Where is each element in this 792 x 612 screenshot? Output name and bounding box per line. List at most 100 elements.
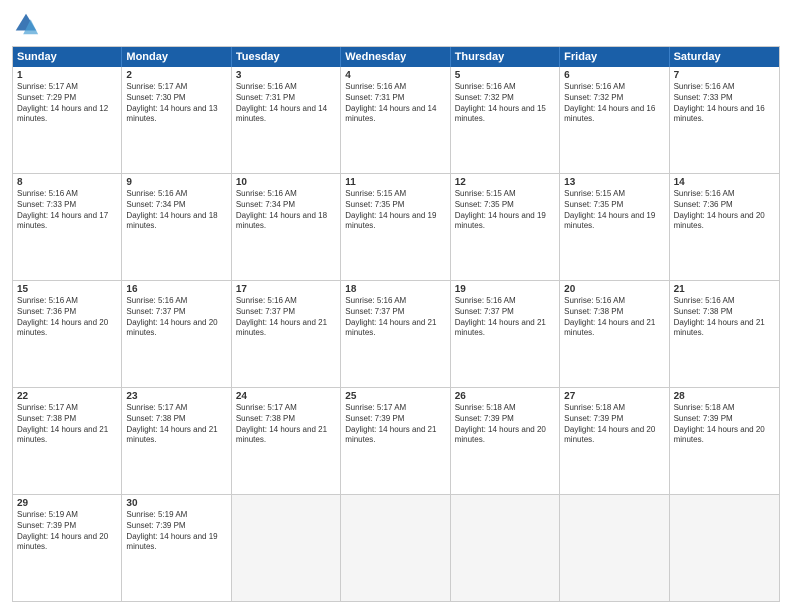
calendar-header-saturday: Saturday [670,47,779,67]
day-info: Sunrise: 5:16 AMSunset: 7:34 PMDaylight:… [236,189,336,232]
calendar-day-19: 19Sunrise: 5:16 AMSunset: 7:37 PMDayligh… [451,281,560,387]
day-number: 4 [345,70,445,81]
day-number: 23 [126,391,226,402]
day-number: 20 [564,284,664,295]
calendar-day-15: 15Sunrise: 5:16 AMSunset: 7:36 PMDayligh… [13,281,122,387]
calendar-header-monday: Monday [122,47,231,67]
calendar-day-18: 18Sunrise: 5:16 AMSunset: 7:37 PMDayligh… [341,281,450,387]
calendar-day-25: 25Sunrise: 5:17 AMSunset: 7:39 PMDayligh… [341,388,450,494]
day-info: Sunrise: 5:18 AMSunset: 7:39 PMDaylight:… [455,403,555,446]
calendar-day-2: 2Sunrise: 5:17 AMSunset: 7:30 PMDaylight… [122,67,231,173]
day-number: 8 [17,177,117,188]
day-number: 28 [674,391,775,402]
calendar-day-22: 22Sunrise: 5:17 AMSunset: 7:38 PMDayligh… [13,388,122,494]
calendar-day-24: 24Sunrise: 5:17 AMSunset: 7:38 PMDayligh… [232,388,341,494]
day-number: 17 [236,284,336,295]
day-number: 26 [455,391,555,402]
day-info: Sunrise: 5:17 AMSunset: 7:38 PMDaylight:… [236,403,336,446]
day-info: Sunrise: 5:19 AMSunset: 7:39 PMDaylight:… [126,510,226,553]
day-info: Sunrise: 5:15 AMSunset: 7:35 PMDaylight:… [455,189,555,232]
calendar-day-28: 28Sunrise: 5:18 AMSunset: 7:39 PMDayligh… [670,388,779,494]
calendar: SundayMondayTuesdayWednesdayThursdayFrid… [12,46,780,602]
calendar-header-thursday: Thursday [451,47,560,67]
calendar-row-4: 22Sunrise: 5:17 AMSunset: 7:38 PMDayligh… [13,387,779,494]
day-info: Sunrise: 5:16 AMSunset: 7:38 PMDaylight:… [564,296,664,339]
calendar-row-5: 29Sunrise: 5:19 AMSunset: 7:39 PMDayligh… [13,494,779,601]
calendar-day-1: 1Sunrise: 5:17 AMSunset: 7:29 PMDaylight… [13,67,122,173]
day-info: Sunrise: 5:17 AMSunset: 7:38 PMDaylight:… [17,403,117,446]
day-number: 30 [126,498,226,509]
day-number: 1 [17,70,117,81]
day-number: 11 [345,177,445,188]
calendar-header-friday: Friday [560,47,669,67]
day-number: 15 [17,284,117,295]
day-info: Sunrise: 5:16 AMSunset: 7:31 PMDaylight:… [345,82,445,125]
day-info: Sunrise: 5:18 AMSunset: 7:39 PMDaylight:… [674,403,775,446]
calendar-day-26: 26Sunrise: 5:18 AMSunset: 7:39 PMDayligh… [451,388,560,494]
day-info: Sunrise: 5:16 AMSunset: 7:37 PMDaylight:… [126,296,226,339]
day-number: 18 [345,284,445,295]
day-number: 19 [455,284,555,295]
day-info: Sunrise: 5:17 AMSunset: 7:39 PMDaylight:… [345,403,445,446]
calendar-day-10: 10Sunrise: 5:16 AMSunset: 7:34 PMDayligh… [232,174,341,280]
day-number: 21 [674,284,775,295]
calendar-day-27: 27Sunrise: 5:18 AMSunset: 7:39 PMDayligh… [560,388,669,494]
calendar-header-wednesday: Wednesday [341,47,450,67]
day-number: 12 [455,177,555,188]
day-number: 3 [236,70,336,81]
calendar-header-sunday: Sunday [13,47,122,67]
day-number: 13 [564,177,664,188]
calendar-day-5: 5Sunrise: 5:16 AMSunset: 7:32 PMDaylight… [451,67,560,173]
calendar-day-9: 9Sunrise: 5:16 AMSunset: 7:34 PMDaylight… [122,174,231,280]
calendar-empty-cell [560,495,669,601]
day-number: 29 [17,498,117,509]
day-info: Sunrise: 5:16 AMSunset: 7:33 PMDaylight:… [17,189,117,232]
page: SundayMondayTuesdayWednesdayThursdayFrid… [0,0,792,612]
day-number: 6 [564,70,664,81]
calendar-day-13: 13Sunrise: 5:15 AMSunset: 7:35 PMDayligh… [560,174,669,280]
calendar-day-23: 23Sunrise: 5:17 AMSunset: 7:38 PMDayligh… [122,388,231,494]
logo-icon [12,10,40,38]
day-number: 2 [126,70,226,81]
day-info: Sunrise: 5:19 AMSunset: 7:39 PMDaylight:… [17,510,117,553]
day-number: 7 [674,70,775,81]
day-number: 22 [17,391,117,402]
day-number: 24 [236,391,336,402]
day-info: Sunrise: 5:16 AMSunset: 7:37 PMDaylight:… [455,296,555,339]
day-info: Sunrise: 5:18 AMSunset: 7:39 PMDaylight:… [564,403,664,446]
calendar-header-tuesday: Tuesday [232,47,341,67]
logo [12,10,44,38]
calendar-empty-cell [670,495,779,601]
calendar-day-4: 4Sunrise: 5:16 AMSunset: 7:31 PMDaylight… [341,67,450,173]
day-info: Sunrise: 5:16 AMSunset: 7:36 PMDaylight:… [674,189,775,232]
calendar-day-29: 29Sunrise: 5:19 AMSunset: 7:39 PMDayligh… [13,495,122,601]
day-info: Sunrise: 5:16 AMSunset: 7:37 PMDaylight:… [236,296,336,339]
day-info: Sunrise: 5:16 AMSunset: 7:38 PMDaylight:… [674,296,775,339]
day-number: 25 [345,391,445,402]
day-number: 10 [236,177,336,188]
calendar-empty-cell [232,495,341,601]
calendar-day-20: 20Sunrise: 5:16 AMSunset: 7:38 PMDayligh… [560,281,669,387]
day-info: Sunrise: 5:16 AMSunset: 7:31 PMDaylight:… [236,82,336,125]
day-number: 14 [674,177,775,188]
day-info: Sunrise: 5:17 AMSunset: 7:29 PMDaylight:… [17,82,117,125]
calendar-row-1: 1Sunrise: 5:17 AMSunset: 7:29 PMDaylight… [13,67,779,173]
calendar-row-2: 8Sunrise: 5:16 AMSunset: 7:33 PMDaylight… [13,173,779,280]
calendar-day-3: 3Sunrise: 5:16 AMSunset: 7:31 PMDaylight… [232,67,341,173]
calendar-day-7: 7Sunrise: 5:16 AMSunset: 7:33 PMDaylight… [670,67,779,173]
calendar-empty-cell [451,495,560,601]
calendar-row-3: 15Sunrise: 5:16 AMSunset: 7:36 PMDayligh… [13,280,779,387]
day-info: Sunrise: 5:16 AMSunset: 7:36 PMDaylight:… [17,296,117,339]
day-number: 9 [126,177,226,188]
day-number: 5 [455,70,555,81]
calendar-day-14: 14Sunrise: 5:16 AMSunset: 7:36 PMDayligh… [670,174,779,280]
day-number: 27 [564,391,664,402]
day-info: Sunrise: 5:16 AMSunset: 7:32 PMDaylight:… [455,82,555,125]
calendar-day-6: 6Sunrise: 5:16 AMSunset: 7:32 PMDaylight… [560,67,669,173]
calendar-day-8: 8Sunrise: 5:16 AMSunset: 7:33 PMDaylight… [13,174,122,280]
day-info: Sunrise: 5:17 AMSunset: 7:30 PMDaylight:… [126,82,226,125]
calendar-day-11: 11Sunrise: 5:15 AMSunset: 7:35 PMDayligh… [341,174,450,280]
calendar-day-30: 30Sunrise: 5:19 AMSunset: 7:39 PMDayligh… [122,495,231,601]
day-number: 16 [126,284,226,295]
day-info: Sunrise: 5:15 AMSunset: 7:35 PMDaylight:… [345,189,445,232]
